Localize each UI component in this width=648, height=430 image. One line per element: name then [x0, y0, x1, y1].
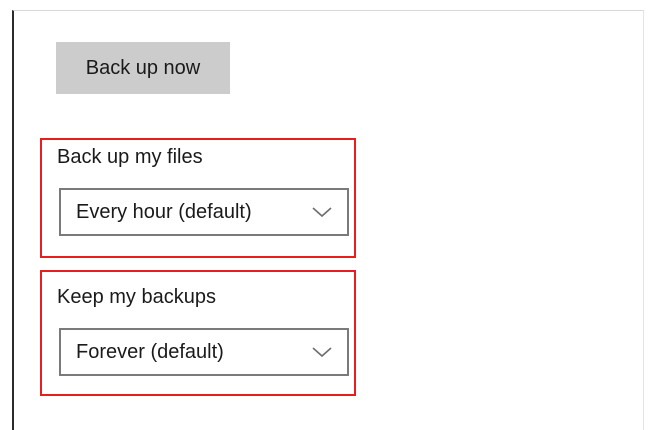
backup-options-panel: Back up now Back up my files Every hour … — [12, 10, 644, 430]
back-up-frequency-group: Back up my files Every hour (default) — [40, 138, 356, 258]
keep-backups-dropdown[interactable]: Forever (default) — [59, 328, 349, 376]
back-up-frequency-label: Back up my files — [57, 146, 203, 168]
keep-backups-label: Keep my backups — [57, 286, 216, 308]
back-up-now-button[interactable]: Back up now — [56, 42, 230, 94]
back-up-frequency-dropdown[interactable]: Every hour (default) — [59, 188, 349, 236]
keep-backups-value: Forever (default) — [76, 341, 224, 363]
keep-backups-group: Keep my backups Forever (default) — [40, 270, 356, 396]
back-up-frequency-value: Every hour (default) — [76, 201, 252, 223]
chevron-down-icon — [312, 347, 332, 358]
chevron-down-icon — [312, 207, 332, 218]
